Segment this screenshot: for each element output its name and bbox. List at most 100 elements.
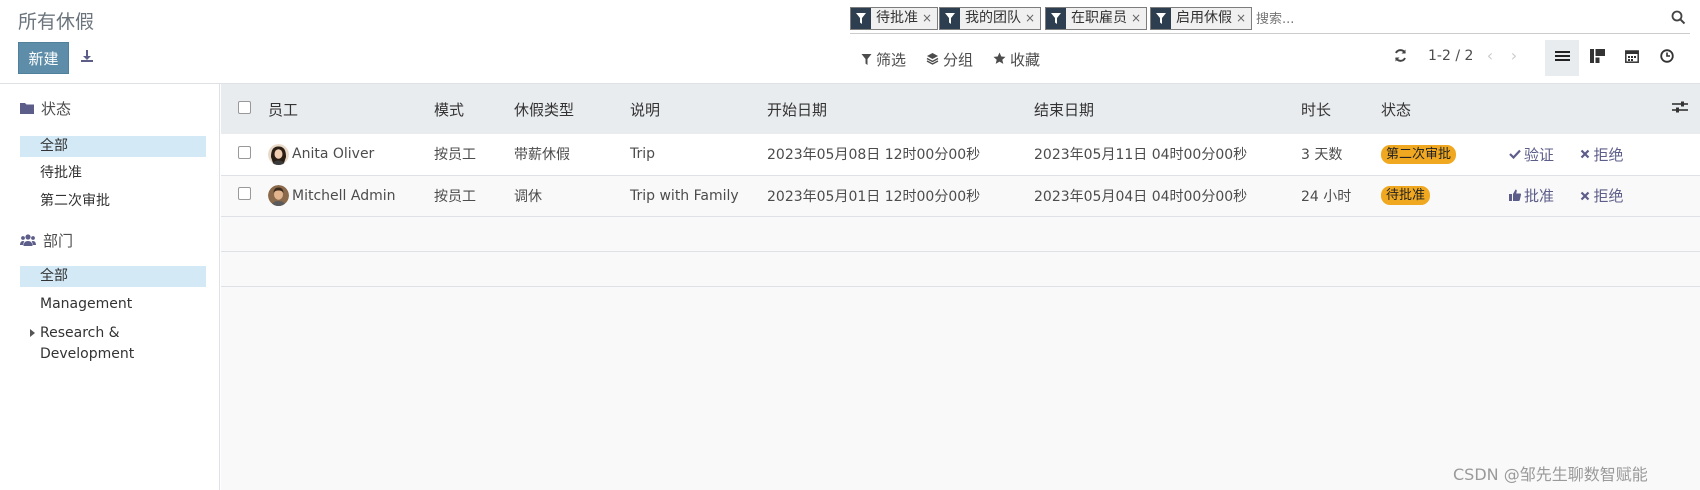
validate-label: 验证 — [1524, 145, 1555, 164]
column-header-start-date[interactable]: 开始日期 — [767, 84, 1034, 134]
column-header-duration[interactable]: 时长 — [1301, 84, 1381, 134]
employee-name: Anita Oliver — [292, 146, 375, 163]
mode-cell: 按员工 — [434, 188, 476, 205]
filter-button[interactable]: 筛选 — [861, 49, 906, 70]
refuse-button[interactable]: 拒绝 — [1580, 144, 1623, 165]
leave-type-cell: 调休 — [514, 188, 542, 205]
search-panel: 状态 全部 待批准 第二次审批 部门 全部 Management Researc… — [0, 84, 220, 490]
empty-row — [221, 216, 1700, 251]
approve-label: 批准 — [1524, 187, 1555, 205]
facet-label: 在职雇员 — [1071, 10, 1127, 26]
filter-label: 筛选 — [876, 51, 907, 69]
table-row[interactable]: Anita Oliver 按员工 带薪休假 Trip 2023年05月08日 1… — [221, 134, 1700, 175]
optional-columns-icon[interactable] — [1672, 100, 1688, 116]
column-header-employee[interactable]: 员工 — [268, 84, 434, 134]
clock-icon — [1660, 49, 1674, 67]
group-by-button[interactable]: 分组 — [926, 49, 973, 70]
status-badge: 第二次审批 — [1381, 144, 1457, 164]
layers-icon — [926, 51, 939, 69]
search-bar: 待批准 × 我的团队 × 在职雇员 × 启用休假 × — [850, 5, 1690, 34]
table-header-row: 员工 模式 休假类型 说明 开始日期 结束日期 时长 状态 — [221, 84, 1700, 134]
row-checkbox[interactable] — [238, 187, 251, 200]
description-cell: Trip with Family — [630, 187, 739, 204]
column-header-leave-type[interactable]: 休假类型 — [514, 84, 630, 134]
filter-icon — [851, 8, 871, 29]
status-item-second-approval[interactable]: 第二次审批 — [20, 191, 206, 212]
department-section-header: 部门 — [20, 230, 73, 251]
facet-remove-icon[interactable]: × — [1236, 8, 1251, 29]
calendar-view-button[interactable] — [1615, 40, 1649, 76]
status-section-header: 状态 — [20, 98, 71, 119]
check-icon — [1509, 145, 1521, 163]
select-all-checkbox[interactable] — [238, 101, 251, 114]
activity-view-button[interactable] — [1650, 40, 1684, 76]
employee-name: Mitchell Admin — [292, 187, 396, 204]
folder-icon — [20, 100, 34, 118]
column-header-description[interactable]: 说明 — [630, 84, 767, 134]
department-section-title: 部门 — [43, 232, 74, 250]
validate-button[interactable]: 验证 — [1509, 144, 1554, 165]
column-header-status[interactable]: 状态 — [1381, 84, 1499, 134]
pager-previous-button[interactable]: ‹ — [1483, 46, 1497, 65]
close-icon — [1580, 187, 1590, 205]
refresh-icon[interactable] — [1393, 48, 1409, 64]
department-item-management[interactable]: Management — [20, 294, 206, 315]
facet-remove-icon[interactable]: × — [1131, 8, 1146, 29]
facet-label: 启用休假 — [1176, 10, 1232, 26]
start-date-cell: 2023年05月08日 12时00分00秒 — [767, 147, 981, 164]
duration-cell: 24 小时 — [1301, 188, 1352, 205]
thumbs-up-icon — [1509, 187, 1522, 205]
empty-row — [221, 251, 1700, 286]
start-date-cell: 2023年05月01日 12时00分00秒 — [767, 188, 981, 205]
mode-cell: 按员工 — [434, 147, 476, 164]
filter-icon — [861, 51, 872, 69]
kanban-view-button[interactable] — [1580, 40, 1614, 76]
kanban-icon — [1589, 49, 1605, 67]
refuse-button[interactable]: 拒绝 — [1580, 185, 1623, 206]
facet-remove-icon[interactable]: × — [1025, 8, 1040, 29]
refuse-label: 拒绝 — [1593, 187, 1624, 205]
refuse-label: 拒绝 — [1593, 145, 1624, 164]
pager-next-button[interactable]: › — [1507, 46, 1521, 65]
search-facet[interactable]: 在职雇员 × — [1045, 7, 1148, 30]
favorites-button[interactable]: 收藏 — [993, 49, 1040, 70]
facet-label: 我的团队 — [965, 10, 1021, 26]
status-badge: 待批准 — [1381, 186, 1431, 205]
star-icon — [993, 51, 1006, 69]
caret-right-icon[interactable] — [30, 329, 35, 337]
search-icon[interactable] — [1671, 10, 1687, 26]
watermark: CSDN @邹先生聊数智赋能 — [1453, 465, 1648, 484]
department-item-label: Research & Development — [40, 325, 135, 362]
calendar-icon — [1625, 49, 1639, 67]
filter-icon — [940, 8, 960, 29]
facet-label: 待批准 — [876, 10, 918, 26]
table-row[interactable]: Mitchell Admin 按员工 调休 Trip with Family 2… — [221, 175, 1700, 216]
status-item-to-approve[interactable]: 待批准 — [20, 163, 206, 184]
list-view: 员工 模式 休假类型 说明 开始日期 结束日期 时长 状态 Anita Oliv… — [221, 84, 1700, 490]
approve-button[interactable]: 批准 — [1509, 185, 1554, 206]
favorites-label: 收藏 — [1010, 51, 1041, 69]
end-date-cell: 2023年05月11日 04时00分00秒 — [1034, 147, 1248, 164]
new-button[interactable]: 新建 — [18, 42, 69, 74]
download-icon[interactable] — [78, 47, 96, 65]
facet-remove-icon[interactable]: × — [922, 8, 937, 29]
search-facet[interactable]: 启用休假 × — [1150, 7, 1253, 30]
duration-cell: 3 天数 — [1301, 147, 1343, 164]
list-view-button[interactable] — [1545, 40, 1579, 76]
status-item-all[interactable]: 全部 — [20, 136, 206, 157]
group-by-label: 分组 — [943, 51, 974, 69]
department-item-all[interactable]: 全部 — [20, 266, 206, 287]
search-facet[interactable]: 我的团队 × — [939, 7, 1042, 30]
end-date-cell: 2023年05月04日 04时00分00秒 — [1034, 188, 1248, 205]
column-header-end-date[interactable]: 结束日期 — [1034, 84, 1301, 134]
list-icon — [1554, 50, 1570, 67]
column-header-mode[interactable]: 模式 — [434, 84, 514, 134]
description-cell: Trip — [630, 146, 656, 163]
search-facet[interactable]: 待批准 × — [850, 7, 939, 30]
department-item-research-development[interactable]: Research & Development — [20, 323, 206, 362]
pager-value[interactable]: 1-2 / 2 — [1428, 48, 1473, 64]
search-input[interactable] — [1256, 9, 1656, 30]
page-title: 所有休假 — [18, 11, 95, 33]
row-checkbox[interactable] — [238, 145, 251, 159]
filter-icon — [1046, 8, 1066, 29]
